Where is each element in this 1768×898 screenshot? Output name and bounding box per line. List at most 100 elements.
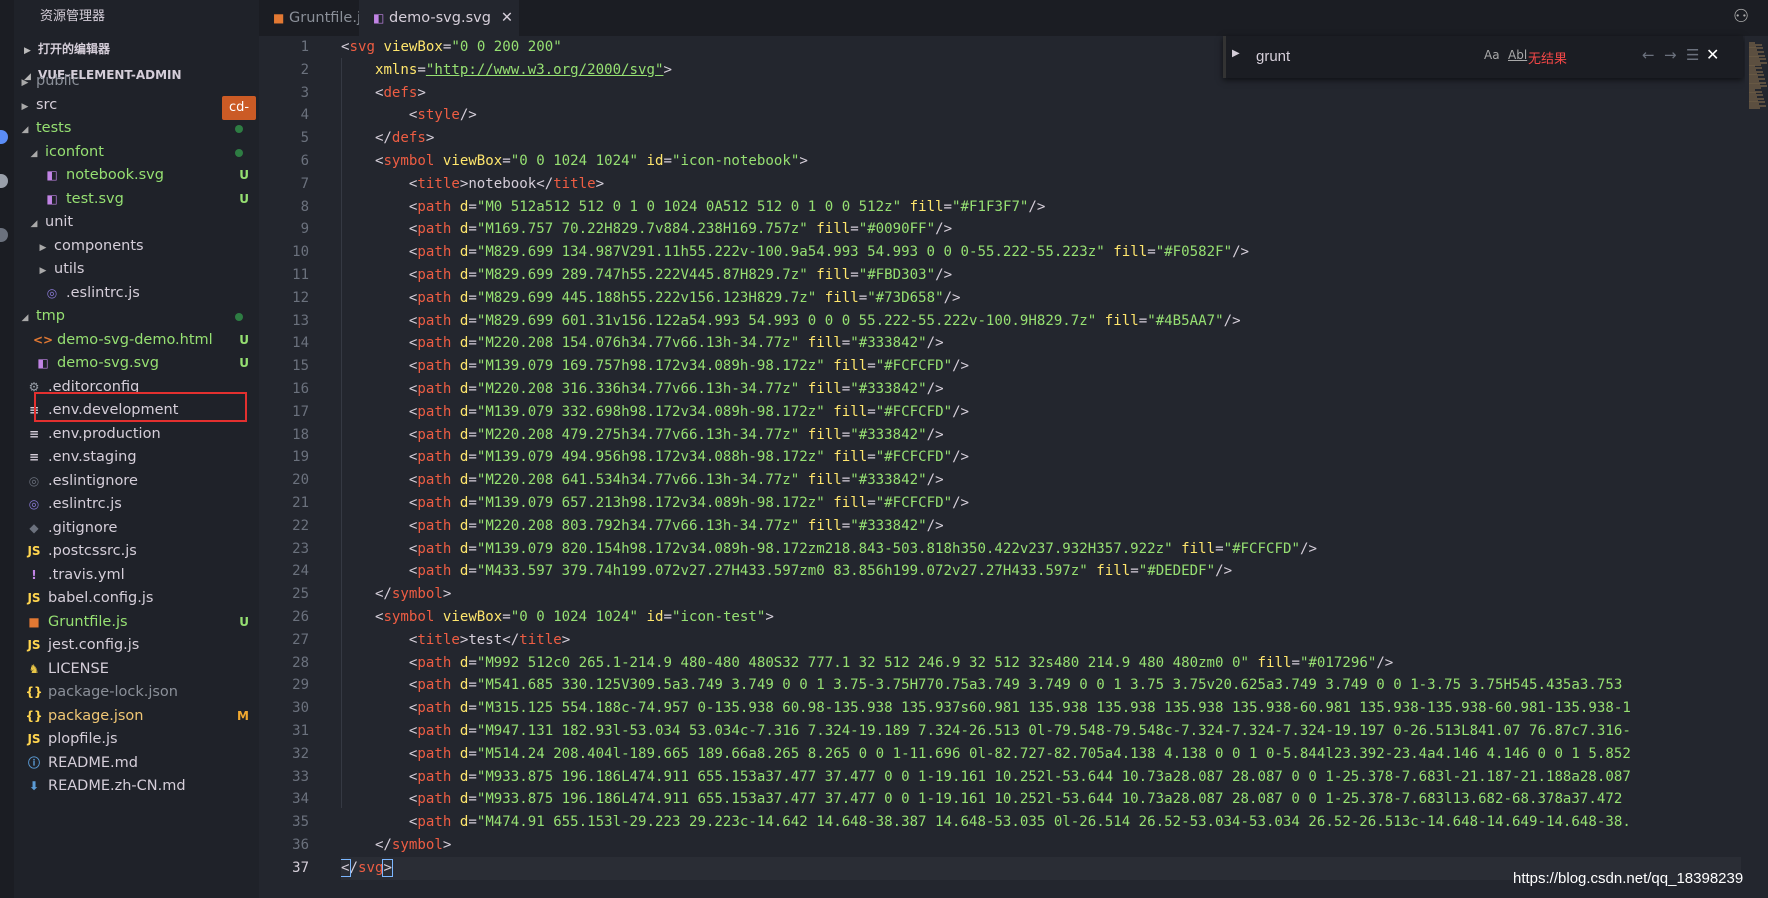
code-line[interactable]: <path d="M541.685 330.125V309.5a3.749 3.…	[341, 674, 1622, 697]
file-tree-item[interactable]: ▶ public	[14, 68, 259, 94]
open-editors-section[interactable]: ▶ 打开的编辑器	[14, 36, 259, 62]
code-line[interactable]: <symbol viewBox="0 0 1024 1024" id="icon…	[341, 606, 774, 629]
code-token: path	[417, 472, 452, 489]
close-icon[interactable]: ✕	[501, 0, 513, 36]
code-line[interactable]: <defs>	[341, 82, 426, 105]
code-line[interactable]: <path d="M139.079 657.213h98.172v34.089h…	[341, 492, 969, 515]
code-token: path	[417, 677, 452, 694]
minimap[interactable]	[1745, 36, 1768, 898]
code-token: "#F0582F"	[1155, 244, 1233, 261]
code-line[interactable]: <symbol viewBox="0 0 1024 1024" id="icon…	[341, 150, 808, 173]
code-line[interactable]: <path d="M220.208 154.076h34.77v66.13h-3…	[341, 332, 944, 355]
file-tree-item[interactable]: JS plopfile.js	[14, 726, 259, 752]
file-tree-item[interactable]: ◧ notebook.svg U	[14, 162, 259, 188]
code-line[interactable]: <path d="M829.699 445.188h55.222v156.123…	[341, 287, 961, 310]
file-tree-item[interactable]: ◎ .eslintrc.js	[14, 280, 259, 306]
file-tree-item[interactable]: ! .travis.yml	[14, 562, 259, 588]
code-line[interactable]: <path d="M433.597 379.74h199.072v27.27H4…	[341, 560, 1232, 583]
code-line[interactable]: <svg viewBox="0 0 200 200"	[341, 36, 562, 59]
code-line[interactable]: xmlns="http://www.w3.org/2000/svg">	[341, 59, 672, 82]
info-file-icon: ⓘ	[27, 755, 40, 770]
code-line[interactable]: <path d="M992 512c0 265.1-214.9 480-480 …	[341, 652, 1393, 675]
explorer-title: 资源管理器	[40, 9, 106, 24]
find-input[interactable]	[1250, 42, 1500, 72]
file-tree-item[interactable]: ≡ .env.production	[14, 421, 259, 447]
code-line[interactable]: <path d="M220.208 641.534h34.77v66.13h-3…	[341, 469, 944, 492]
toggle-replace-icon[interactable]: ▶	[1232, 48, 1240, 59]
file-tree-item[interactable]: ◢ unit	[14, 209, 259, 235]
code-token: fill	[1096, 563, 1131, 580]
whole-word-button[interactable]: Abl	[1508, 48, 1527, 62]
code-line[interactable]: <path d="M829.699 601.31v156.122a54.993 …	[341, 310, 1241, 333]
code-token: fill	[833, 449, 868, 466]
search-indicator-icon[interactable]	[0, 174, 8, 188]
code-line[interactable]: </defs>	[341, 127, 434, 150]
code-line[interactable]: <title>notebook</title>	[341, 173, 604, 196]
code-line[interactable]: <path d="M474.91 655.153l-29.223 29.223c…	[341, 811, 1631, 834]
file-tree-item[interactable]: ⬇ README.zh-CN.md	[14, 773, 259, 799]
source-control-indicator-icon[interactable]	[0, 228, 8, 242]
code-line[interactable]: <path d="M139.079 332.698h98.172v34.089h…	[341, 401, 969, 424]
explorer-indicator-icon[interactable]	[0, 130, 8, 144]
code-line[interactable]: <path d="M169.757 70.22H829.7v884.238H16…	[341, 218, 952, 241]
file-tree-item[interactable]: ⓘ README.md	[14, 750, 259, 776]
file-tree-item[interactable]: ◢ iconfont	[14, 139, 259, 165]
file-tree-item[interactable]: ≡ .env.staging	[14, 444, 259, 470]
close-icon[interactable]: ✕	[1706, 45, 1719, 64]
code-line[interactable]: <path d="M220.208 803.792h34.77v66.13h-3…	[341, 515, 944, 538]
code-area[interactable]: <svg viewBox="0 0 200 200" xmlns="http:/…	[341, 36, 1741, 898]
git-status-dot	[235, 148, 243, 157]
code-token: "M315.125 554.188c-74.957 0-135.938 60.9…	[476, 700, 1631, 717]
match-case-button[interactable]: Aa	[1484, 48, 1500, 62]
code-token: test	[468, 631, 503, 648]
file-tree-item[interactable]: ♞ LICENSE	[14, 656, 259, 682]
code-line[interactable]: <title>test</title>	[341, 629, 570, 652]
code-line[interactable]: <path d="M933.875 196.186L474.911 655.15…	[341, 766, 1631, 789]
code-line[interactable]: <path d="M139.079 169.757h98.172v34.089h…	[341, 355, 969, 378]
code-token: "M947.131 182.93l-53.034 53.034c-7.316 7…	[476, 723, 1631, 739]
file-tree-item[interactable]: <> demo-svg-demo.html U	[14, 327, 259, 353]
code-editor[interactable]: 1 2 3 4 5 6 7 8 9 10 11 12 13 14 15 16 17 18 19 20 21 22 23 24 2…	[259, 36, 1768, 898]
tab-demo-svg[interactable]: ◧ demo-svg.svg ✕	[359, 0, 519, 36]
code-line[interactable]: <path d="M933.875 196.186L474.911 655.15…	[341, 788, 1622, 811]
code-token: "M541.685 330.125V309.5a3.749 3.749 0 0 …	[476, 677, 1623, 694]
code-line[interactable]: <path d="M139.079 820.154h98.172v34.089h…	[341, 538, 1317, 561]
file-tree-item[interactable]: ◎ .eslintignore	[14, 468, 259, 494]
file-tree-item[interactable]: ■ Gruntfile.js U	[14, 609, 259, 635]
file-tree-item[interactable]: ▶ components	[14, 233, 259, 259]
file-tree-item[interactable]: {} package-lock.json	[14, 679, 259, 705]
code-token: <	[341, 723, 418, 739]
code-line[interactable]: </symbol>	[341, 834, 451, 857]
account-icon[interactable]: ⚇	[1733, 6, 1749, 27]
file-tree-item[interactable]: ◧ demo-svg.svg U	[14, 350, 259, 376]
code-line[interactable]: <path d="M220.208 479.275h34.77v66.13h-3…	[341, 424, 944, 447]
file-tree-item[interactable]: ◆ .gitignore	[14, 515, 259, 541]
file-tree-item[interactable]: ◢ tmp	[14, 303, 259, 329]
code-line[interactable]: <path d="M947.131 182.93l-53.034 53.034c…	[341, 720, 1631, 743]
file-tree-item[interactable]: {} package.json M	[14, 703, 259, 729]
code-line[interactable]: <path d="M139.079 494.956h98.172v34.088h…	[341, 446, 969, 469]
code-line[interactable]: <path d="M315.125 554.188c-74.957 0-135.…	[341, 697, 1631, 720]
file-tree-item[interactable]: JS jest.config.js	[14, 632, 259, 658]
code-line[interactable]: </symbol>	[341, 583, 451, 606]
code-token: path	[417, 768, 452, 785]
code-line[interactable]: <path d="M0 512a512 512 0 1 0 1024 0A512…	[341, 196, 1046, 219]
find-in-selection-icon[interactable]: ☰	[1686, 46, 1699, 64]
file-tree-item[interactable]: ◧ test.svg U	[14, 186, 259, 212]
code-line[interactable]: <style/>	[341, 104, 477, 127]
code-line[interactable]: <path d="M514.24 208.404l-189.665 189.66…	[341, 743, 1631, 766]
previous-match-icon[interactable]: ←	[1642, 46, 1655, 64]
file-tree-item[interactable]: JS .postcssrc.js	[14, 538, 259, 564]
file-tree-item-label: test.svg	[66, 190, 124, 207]
file-tree-item[interactable]: JS babel.config.js	[14, 585, 259, 611]
code-line[interactable]: <path d="M220.208 316.336h34.77v66.13h-3…	[341, 378, 944, 401]
code-line[interactable]: <path d="M829.699 289.747h55.222V445.87H…	[341, 264, 952, 287]
next-match-icon[interactable]: →	[1664, 46, 1677, 64]
code-line[interactable]: <path d="M829.699 134.987V291.11h55.222v…	[341, 241, 1249, 264]
code-token: =	[841, 472, 851, 489]
file-tree-item[interactable]: ▶ utils	[14, 256, 259, 282]
file-tree-item[interactable]: ◎ .eslintrc.js	[14, 491, 259, 517]
